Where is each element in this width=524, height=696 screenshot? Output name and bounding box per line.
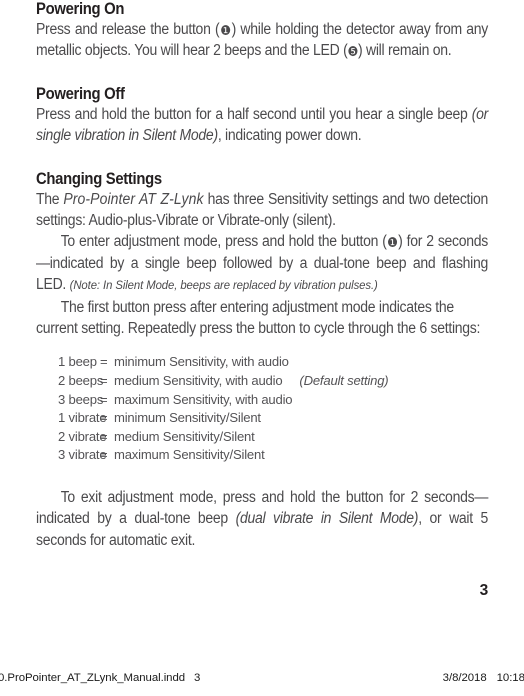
setting-description: medium Sensitivity, with audio — [114, 373, 283, 389]
manual-page: Powering On Press and release the button… — [0, 0, 524, 660]
circled-one-icon: ❶ — [219, 23, 232, 39]
equals-separator: = — [100, 373, 108, 389]
settings-intro-text-a: The — [36, 190, 64, 208]
heading-powering-on: Powering On — [36, 0, 125, 18]
equals-separator: = — [100, 391, 108, 407]
equals-separator: = — [100, 410, 108, 426]
paragraph-first-button-press: The first button press after entering ad… — [36, 298, 481, 338]
page-number: 3 — [479, 582, 489, 599]
paragraph-settings-intro: The Pro-Pointer AT Z-Lynk has three Sens… — [36, 189, 488, 232]
print-slug-bar: 0.ProPointer_AT_ZLynk_Manual.indd 3 3/8/2… — [0, 662, 524, 696]
setting-count: 1 vibrate — [58, 410, 107, 426]
print-slug-left: 0.ProPointer_AT_ZLynk_Manual.indd 3 — [0, 672, 200, 684]
setting-count: 1 beep — [58, 354, 97, 370]
product-name: Pro-Pointer AT Z-Lynk — [63, 190, 204, 208]
sensitivity-settings-list: 1 beep = minimum Sensitivity, with audio… — [36, 353, 488, 465]
paragraph-powering-off: Press and hold the button for a half sec… — [36, 104, 488, 147]
exit-mode-italic-note: (dual vibrate in Silent Mode) — [235, 510, 419, 528]
setting-description: maximum Sensitivity/Silent — [114, 447, 265, 463]
setting-count: 3 beeps — [58, 391, 104, 407]
indesign-file-name: 0.ProPointer_AT_ZLynk_Manual.indd — [0, 672, 186, 684]
powering-on-text-a: Press and release the button ( — [36, 21, 220, 38]
equals-separator: = — [100, 354, 108, 370]
circled-five-icon: ❺ — [347, 44, 359, 60]
powering-off-text-a: Press and hold the button for a half sec… — [36, 105, 472, 123]
heading-changing-settings: Changing Settings — [36, 169, 162, 188]
setting-description: minimum Sensitivity, with audio — [114, 354, 289, 370]
print-slug-page-number: 3 — [194, 672, 201, 684]
setting-count: 3 vibrate — [58, 447, 107, 463]
powering-off-text-b: , indicating power down. — [217, 127, 362, 145]
setting-description: minimum Sensitivity/Silent — [114, 410, 261, 426]
paragraph-powering-on: Press and release the button (❶) while h… — [36, 19, 488, 62]
setting-count: 2 vibrate — [58, 428, 107, 444]
list-item: 2 beeps = medium Sensitivity, with audio… — [36, 372, 488, 391]
enter-mode-text-a: To enter adjustment mode, press and hold… — [60, 233, 387, 251]
setting-default-note: (Default setting) — [299, 373, 389, 389]
print-slug-date: 3/8/2018 — [442, 672, 487, 684]
powering-on-text-c: ) will remain on. — [358, 42, 452, 60]
print-slug-right: 3/8/2018 10:18: — [443, 672, 524, 684]
heading-powering-off: Powering Off — [36, 84, 125, 103]
list-item: 3 beeps = maximum Sensitivity, with audi… — [36, 391, 488, 410]
setting-count: 2 beeps — [58, 373, 104, 389]
list-item: 1 beep = minimum Sensitivity, with audio — [36, 353, 488, 372]
setting-description: medium Sensitivity/Silent — [114, 428, 255, 444]
setting-description: maximum Sensitivity, with audio — [114, 391, 293, 407]
circled-one-icon: ❶ — [386, 235, 399, 251]
paragraph-enter-adjustment-mode: To enter adjustment mode, press and hold… — [36, 231, 488, 296]
equals-separator: = — [100, 447, 108, 463]
list-item: 2 vibrate = medium Sensitivity/Silent — [36, 428, 488, 447]
silent-mode-note: (Note: In Silent Mode, beeps are replace… — [69, 278, 378, 293]
equals-separator: = — [100, 428, 108, 444]
list-item: 3 vibrate = maximum Sensitivity/Silent — [36, 446, 488, 465]
list-item: 1 vibrate = minimum Sensitivity/Silent — [36, 409, 488, 428]
paragraph-exit-adjustment-mode: To exit adjustment mode, press and hold … — [36, 487, 488, 551]
print-slug-time: 10:18: — [496, 672, 524, 684]
